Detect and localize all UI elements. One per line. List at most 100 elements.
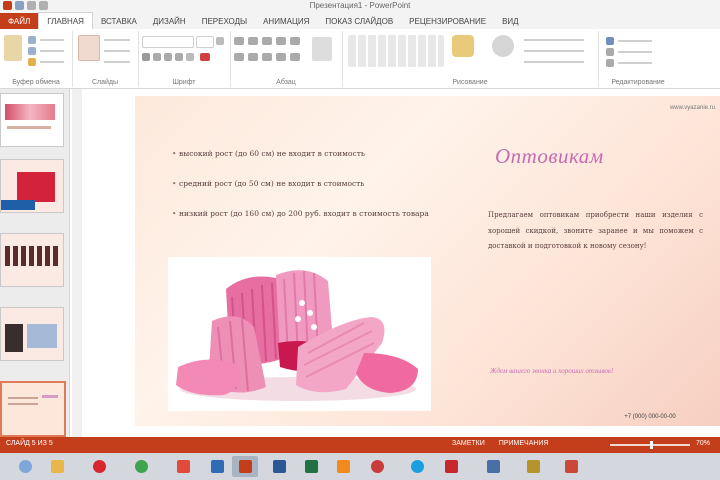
slide-thumbnail-selected[interactable]	[0, 381, 66, 437]
slide-bullet: средний рост (до 50 см) не входит в стои…	[172, 174, 429, 193]
ribbon-group-drawing: Рисование	[342, 31, 599, 87]
opera-icon[interactable]	[86, 456, 112, 477]
strikethrough-icon[interactable]	[175, 53, 183, 61]
start-icon[interactable]	[12, 456, 38, 477]
shape-fill-button[interactable]	[524, 39, 584, 41]
slide-thumbnails-pane	[0, 89, 70, 437]
ribbon-group-label: Редактирование	[611, 79, 665, 86]
tab-animations[interactable]: АНИМАЦИЯ	[255, 13, 317, 29]
copy-label	[40, 50, 64, 52]
quick-access-toolbar	[3, 1, 48, 10]
undo-icon[interactable]	[27, 1, 36, 10]
slide-canvas[interactable]: www.vyazanie.ru высокий рост (до 60 см) …	[135, 96, 720, 426]
decrease-indent-icon[interactable]	[262, 37, 272, 45]
ribbon-group-label: Слайды	[91, 79, 119, 86]
replace-icon[interactable]	[606, 48, 614, 56]
acrobat-icon[interactable]	[438, 456, 464, 477]
section-button[interactable]	[104, 61, 130, 63]
layout-button[interactable]	[104, 39, 130, 41]
shape-outline-button[interactable]	[524, 50, 584, 52]
ribbon-group-font: Шрифт	[138, 31, 231, 87]
status-right: ЗАМЕТКИ ПРИМЕЧАНИЯ	[452, 440, 549, 447]
line-spacing-icon[interactable]	[290, 37, 300, 45]
text-direction-icon[interactable]	[312, 37, 332, 61]
zoom-slider-thumb[interactable]	[650, 441, 653, 449]
numbering-icon[interactable]	[248, 37, 258, 45]
align-left-icon[interactable]	[234, 53, 244, 61]
comments-button[interactable]: ПРИМЕЧАНИЯ	[499, 440, 549, 447]
yandex-icon[interactable]	[170, 456, 196, 477]
save-icon[interactable]	[15, 1, 24, 10]
font-name-select[interactable]	[142, 36, 194, 48]
powerpoint-icon[interactable]	[232, 456, 258, 477]
shapes-gallery[interactable]	[348, 35, 444, 67]
notes-button[interactable]: ЗАМЕТКИ	[452, 440, 485, 447]
grow-font-icon[interactable]	[216, 37, 224, 45]
shape-effects-button[interactable]	[524, 61, 584, 63]
slide-bullet: высокий рост (до 60 см) не входит в стои…	[172, 144, 429, 163]
tab-insert[interactable]: ВСТАВКА	[93, 13, 145, 29]
excel-icon[interactable]	[298, 456, 324, 477]
pictures-icon[interactable]	[480, 456, 506, 477]
powerpoint-doc-icon[interactable]	[558, 456, 584, 477]
tab-slideshow[interactable]: ПОКАЗ СЛАЙДОВ	[317, 13, 401, 29]
quick-styles-icon[interactable]	[492, 35, 514, 57]
tab-review[interactable]: РЕЦЕНЗИРОВАНИЕ	[401, 13, 494, 29]
redo-icon[interactable]	[39, 1, 48, 10]
cut-label	[40, 39, 64, 41]
shadow-icon[interactable]	[186, 53, 194, 61]
tab-home[interactable]: ГЛАВНАЯ	[38, 12, 93, 29]
game-icon[interactable]	[520, 456, 546, 477]
select-icon[interactable]	[606, 59, 614, 67]
slide-thumbnail[interactable]	[0, 307, 64, 361]
tab-file[interactable]: ФАЙЛ	[0, 13, 39, 29]
arrange-icon[interactable]	[452, 35, 474, 57]
zoom-level[interactable]: 70%	[696, 440, 710, 447]
ribbon-group-paragraph: Абзац	[230, 31, 343, 87]
reset-button[interactable]	[104, 50, 130, 52]
tab-transitions[interactable]: ПЕРЕХОДЫ	[194, 13, 255, 29]
copy-icon[interactable]	[28, 47, 36, 55]
vlc-icon[interactable]	[330, 456, 356, 477]
replace-label	[618, 51, 652, 53]
align-right-icon[interactable]	[262, 53, 272, 61]
outlook-icon[interactable]	[204, 456, 230, 477]
font-color-icon[interactable]	[200, 53, 210, 61]
tab-design[interactable]: ДИЗАЙН	[145, 13, 194, 29]
increase-indent-icon[interactable]	[276, 37, 286, 45]
find-label	[618, 40, 652, 42]
bold-icon[interactable]	[142, 53, 150, 61]
paint-icon[interactable]	[364, 456, 390, 477]
skype-icon[interactable]	[404, 456, 430, 477]
format-painter-icon[interactable]	[28, 58, 36, 66]
slide-title: Оптовикам	[495, 144, 604, 168]
bullets-icon[interactable]	[234, 37, 244, 45]
new-slide-icon[interactable]	[78, 35, 100, 61]
ribbon-group-clipboard: Буфер обмена	[0, 31, 73, 87]
status-bar: СЛАЙД 5 ИЗ 5 ЗАМЕТКИ ПРИМЕЧАНИЯ 70%	[0, 437, 720, 453]
font-size-select[interactable]	[196, 36, 214, 48]
product-photo[interactable]	[168, 257, 431, 411]
select-label	[618, 62, 652, 64]
pink-knitted-slippers-image	[168, 257, 431, 411]
align-center-icon[interactable]	[248, 53, 258, 61]
explorer-icon[interactable]	[44, 456, 70, 477]
slide-note: Ждем вашего звонка и хороших отзывов!	[490, 367, 614, 375]
ribbon: Буфер обмена Слайды Шрифт Абзац Рисовани…	[0, 29, 720, 89]
word-icon[interactable]	[266, 456, 292, 477]
window-title: Презентация1 - PowerPoint	[309, 1, 411, 10]
slide-counter: СЛАЙД 5 ИЗ 5	[6, 440, 53, 447]
tab-view[interactable]: ВИД	[494, 13, 527, 29]
columns-icon[interactable]	[290, 53, 300, 61]
find-icon[interactable]	[606, 37, 614, 45]
cut-icon[interactable]	[28, 36, 36, 44]
slide-thumbnail[interactable]	[0, 233, 64, 287]
slide-thumbnail[interactable]	[0, 159, 64, 213]
italic-icon[interactable]	[153, 53, 161, 61]
underline-icon[interactable]	[164, 53, 172, 61]
justify-icon[interactable]	[276, 53, 286, 61]
thumbnails-scrollbar[interactable]	[72, 89, 82, 437]
slide-thumbnail[interactable]	[0, 93, 64, 147]
paste-icon[interactable]	[4, 35, 22, 61]
chrome-icon[interactable]	[128, 456, 154, 477]
